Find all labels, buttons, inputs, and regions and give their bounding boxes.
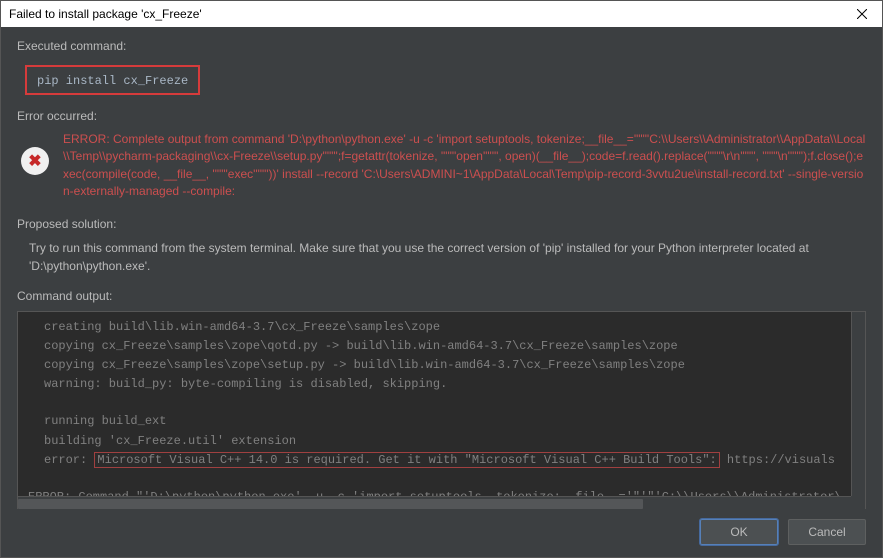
output-line: running build_ext [44,412,861,431]
error-text: ERROR: Complete output from command 'D:\… [63,131,866,201]
error-highlight: Microsoft Visual C++ 14.0 is required. G… [94,452,719,468]
dialog-window: Failed to install package 'cx_Freeze' Ex… [0,0,883,558]
scrollbar-horizontal[interactable] [18,496,851,509]
output-line-error: error: Microsoft Visual C++ 14.0 is requ… [44,451,861,470]
command-output-label: Command output: [17,289,866,303]
output-line: copying cx_Freeze\samples\zope\qotd.py -… [44,337,861,356]
dialog-content: Executed command: pip install cx_Freeze … [1,27,882,509]
output-line: copying cx_Freeze\samples\zope\setup.py … [44,356,861,375]
command-output-box: creating build\lib.win-amd64-3.7\cx_Free… [17,311,866,509]
error-icon: ✖ [21,147,49,175]
cancel-button[interactable]: Cancel [788,519,866,545]
executed-command-label: Executed command: [17,39,866,53]
error-occurred-label: Error occurred: [17,109,866,123]
window-title: Failed to install package 'cx_Freeze' [9,7,202,21]
titlebar: Failed to install package 'cx_Freeze' [1,1,882,27]
close-button[interactable] [842,1,882,27]
proposed-solution-label: Proposed solution: [17,217,866,231]
ok-button[interactable]: OK [700,519,778,545]
scrollbar-thumb[interactable] [18,499,643,509]
executed-command-box: pip install cx_Freeze [25,65,200,95]
executed-command-text: pip install cx_Freeze [37,74,188,88]
button-row: OK Cancel [1,509,882,557]
proposed-solution-text: Try to run this command from the system … [29,239,866,275]
output-line: building 'cx_Freeze.util' extension [44,432,861,451]
error-row: ✖ ERROR: Complete output from command 'D… [21,131,866,201]
scrollbar-vertical[interactable] [851,312,865,496]
output-line: warning: build_py: byte-compiling is dis… [44,375,861,394]
close-icon [857,9,867,19]
output-line: creating build\lib.win-amd64-3.7\cx_Free… [44,318,861,337]
